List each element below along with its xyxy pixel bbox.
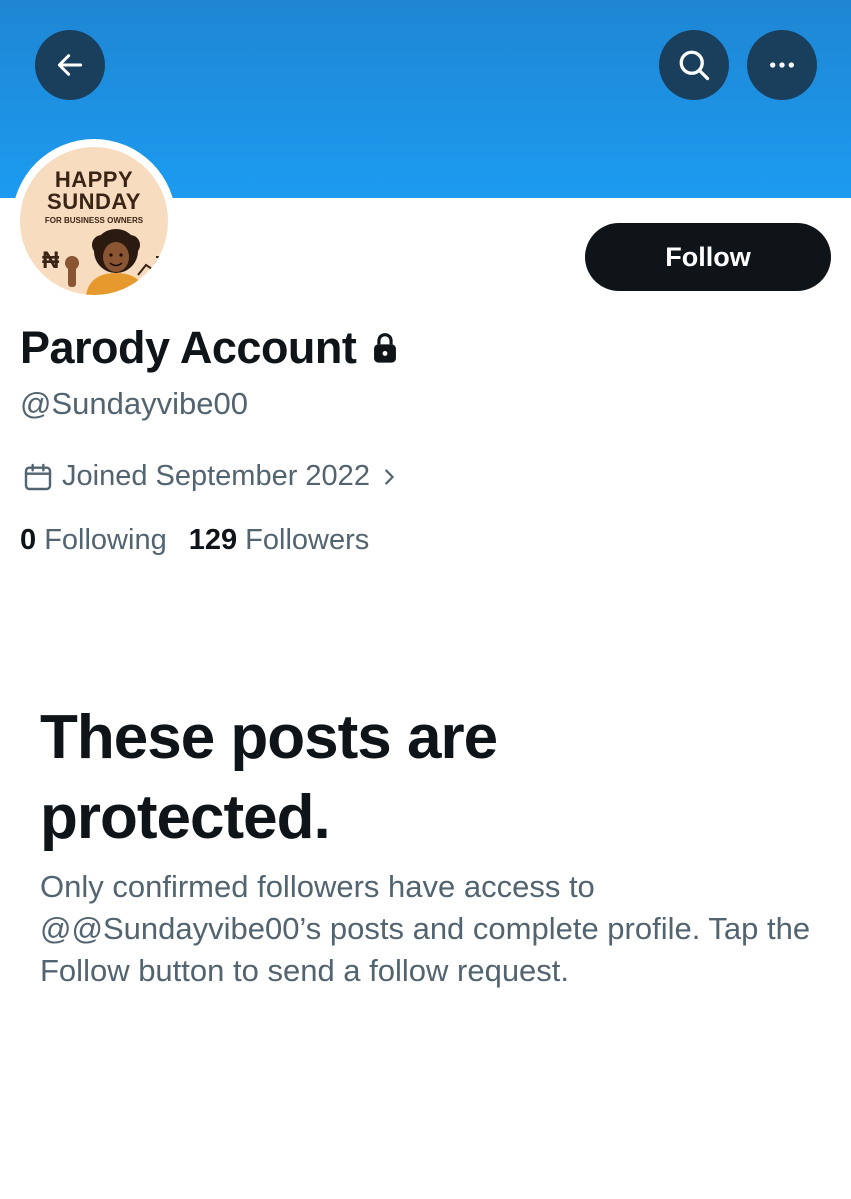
followers-label: Followers [245,524,370,556]
naira-symbol: ₦ [42,247,60,274]
followers-count: 129 [188,524,238,556]
chevron-right-icon [385,468,394,485]
lock-icon [374,333,397,363]
display-name: Parody Account [20,322,400,374]
arrow-left-icon [57,54,83,76]
avatar[interactable]: HAPPY SUNDAY FOR BUSINESS OWNERS ₦ [20,147,168,295]
back-button[interactable] [35,30,105,100]
followers-link[interactable]: 129 Followers [189,524,370,557]
joined-text: Joined September 2022 [62,460,370,492]
profile-handle: @Sundayvibe00 [20,386,248,421]
more-button[interactable] [747,30,817,100]
display-name-text: Parody Account [20,322,357,373]
protected-posts-message: Only confirmed followers have access to … [40,869,811,988]
joined-date[interactable]: Joined September 2022 [22,460,400,493]
profile-stats: 0 Following 129 Followers [20,524,369,557]
more-horizontal-icon [770,62,794,68]
follow-button[interactable]: Follow [585,223,831,291]
calendar-icon [24,463,52,490]
search-icon [679,50,710,81]
following-link[interactable]: 0 Following [20,524,167,557]
following-label: Following [44,524,167,556]
following-count: 0 [20,524,37,556]
search-button[interactable] [659,30,729,100]
protected-posts-title: These posts are protected. [40,703,498,852]
